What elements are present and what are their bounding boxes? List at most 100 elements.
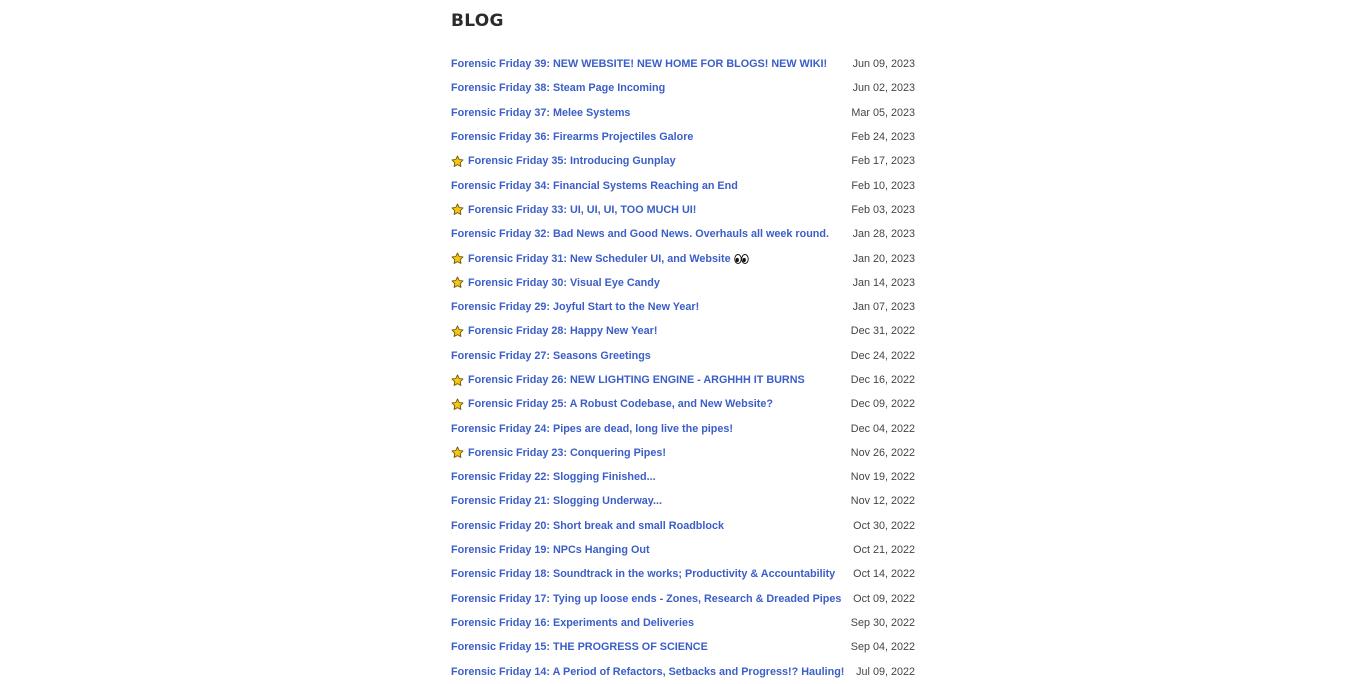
list-item: Forensic Friday 33: UI, UI, UI, TOO MUCH…: [451, 198, 921, 222]
post-link[interactable]: Forensic Friday 16: Experiments and Deli…: [451, 617, 694, 629]
list-item: Forensic Friday 32: Bad News and Good Ne…: [451, 222, 921, 246]
list-item: Forensic Friday 28: Happy New Year! Dec 3…: [451, 319, 921, 343]
post-link[interactable]: Forensic Friday 22: Slogging Finished...: [451, 471, 656, 483]
post-date: Nov 12, 2022: [850, 495, 915, 508]
post-date: Feb 03, 2023: [851, 203, 915, 216]
list-item: Forensic Friday 35: Introducing Gunplay F…: [451, 149, 921, 173]
eyes-icon: [733, 253, 749, 264]
post-date: Nov 19, 2022: [850, 471, 915, 484]
post-title: Forensic Friday 28: Happy New Year!: [468, 325, 658, 338]
post-title: Forensic Friday 32: Bad News and Good Ne…: [451, 228, 829, 241]
post-title: Forensic Friday 30: Visual Eye Candy: [468, 276, 660, 289]
post-link[interactable]: Forensic Friday 21: Slogging Underway...: [451, 495, 662, 507]
post-link[interactable]: Forensic Friday 30: Visual Eye Candy: [451, 276, 660, 289]
post-link[interactable]: Forensic Friday 39: NEW WEBSITE! NEW HOM…: [451, 58, 827, 70]
post-title: Forensic Friday 29: Joyful Start to the …: [451, 301, 700, 314]
post-link[interactable]: Forensic Friday 29: Joyful Start to the …: [451, 301, 699, 313]
post-link[interactable]: Forensic Friday 32: Bad News and Good Ne…: [451, 228, 829, 240]
list-item: Forensic Friday 24: Pipes are dead, long…: [451, 416, 921, 440]
post-link[interactable]: Forensic Friday 27: Seasons Greetings: [451, 350, 651, 362]
post-title: Forensic Friday 17: Tying up loose ends …: [451, 592, 842, 605]
post-link[interactable]: Forensic Friday 25: A Robust Codebase, a…: [451, 398, 773, 411]
post-date: Mar 05, 2023: [851, 106, 915, 119]
post-title: Forensic Friday 31: New Scheduler UI, an…: [468, 252, 731, 265]
list-item: Forensic Friday 37: Melee Systems Mar 05,…: [451, 101, 921, 125]
post-date: Jan 20, 2023: [852, 252, 915, 265]
post-date: Nov 26, 2022: [850, 446, 915, 459]
post-title: Forensic Friday 39: NEW WEBSITE! NEW HOM…: [451, 58, 828, 71]
star-icon: [451, 203, 464, 216]
list-item: Forensic Friday 22: Slogging Finished...…: [451, 465, 921, 489]
post-date: Oct 30, 2022: [853, 519, 915, 532]
star-icon: [451, 276, 464, 289]
list-item: Forensic Friday 36: Firearms Projectiles…: [451, 125, 921, 149]
post-title: Forensic Friday 21: Slogging Underway...: [451, 495, 662, 508]
post-date: Sep 30, 2022: [850, 616, 915, 629]
post-date: Oct 09, 2022: [853, 592, 915, 605]
list-item: Forensic Friday 30: Visual Eye Candy Jan …: [451, 271, 921, 295]
list-item: Forensic Friday 31: New Scheduler UI, an…: [451, 246, 921, 270]
post-date: Dec 24, 2022: [850, 349, 915, 362]
post-list: Forensic Friday 39: NEW WEBSITE! NEW HOM…: [451, 52, 921, 684]
post-link[interactable]: Forensic Friday 31: New Scheduler UI, an…: [451, 252, 749, 265]
post-link[interactable]: Forensic Friday 36: Firearms Projectiles…: [451, 131, 693, 143]
post-date: Oct 14, 2022: [853, 568, 915, 581]
post-link[interactable]: Forensic Friday 18: Soundtrack in the wo…: [451, 568, 835, 580]
post-date: Feb 10, 2023: [851, 179, 915, 192]
post-title: Forensic Friday 16: Experiments and Deli…: [451, 616, 695, 629]
post-date: Jan 28, 2023: [852, 228, 915, 241]
post-link[interactable]: Forensic Friday 20: Short break and smal…: [451, 520, 724, 532]
post-title: Forensic Friday 15: THE PROGRESS OF SCIE…: [451, 641, 708, 654]
star-icon: [451, 155, 464, 167]
post-title: Forensic Friday 19: NPCs Hanging Out: [451, 544, 650, 557]
page-title: BLOG: [451, 11, 504, 31]
post-title: Forensic Friday 36: Firearms Projectiles…: [451, 131, 694, 144]
post-title: Forensic Friday 25: A Robust Codebase, a…: [468, 398, 773, 411]
post-link[interactable]: Forensic Friday 23: Conquering Pipes!: [451, 446, 666, 459]
post-title: Forensic Friday 18: Soundtrack in the wo…: [451, 568, 836, 581]
post-title: Forensic Friday 33: UI, UI, UI, TOO MUCH…: [468, 203, 697, 216]
post-link[interactable]: Forensic Friday 34: Financial Systems Re…: [451, 180, 738, 192]
post-title: Forensic Friday 20: Short break and smal…: [451, 519, 725, 532]
post-link[interactable]: Forensic Friday 15: THE PROGRESS OF SCIE…: [451, 641, 708, 653]
list-item: Forensic Friday 38: Steam Page Incoming J…: [451, 76, 921, 100]
post-date: Jun 02, 2023: [852, 82, 915, 95]
star-icon: [451, 446, 464, 459]
list-item: Forensic Friday 14: A Period of Refactor…: [451, 659, 921, 683]
post-link[interactable]: Forensic Friday 28: Happy New Year!: [451, 325, 657, 338]
list-item: Forensic Friday 16: Experiments and Deli…: [451, 611, 921, 635]
post-link[interactable]: Forensic Friday 17: Tying up loose ends …: [451, 593, 841, 605]
post-title: Forensic Friday 22: Slogging Finished...: [451, 471, 656, 484]
post-link[interactable]: Forensic Friday 37: Melee Systems: [451, 107, 630, 119]
post-date: Jan 07, 2023: [852, 301, 915, 314]
list-item: Forensic Friday 23: Conquering Pipes! Nov…: [451, 441, 921, 465]
post-date: Oct 21, 2022: [853, 544, 915, 557]
post-link[interactable]: Forensic Friday 19: NPCs Hanging Out: [451, 544, 650, 556]
post-link[interactable]: Forensic Friday 35: Introducing Gunplay: [451, 155, 676, 168]
list-item: Forensic Friday 20: Short break and smal…: [451, 514, 921, 538]
list-item: Forensic Friday 18: Soundtrack in the wo…: [451, 562, 921, 586]
list-item: Forensic Friday 39: NEW WEBSITE! NEW HOM…: [451, 52, 921, 76]
post-link[interactable]: Forensic Friday 24: Pipes are dead, long…: [451, 423, 733, 435]
post-date: Dec 31, 2022: [850, 325, 915, 338]
post-title: Forensic Friday 26: NEW LIGHTING ENGINE …: [468, 374, 805, 386]
post-date: Sep 04, 2022: [850, 641, 915, 654]
post-title: Forensic Friday 35: Introducing Gunplay: [468, 155, 676, 168]
post-link[interactable]: Forensic Friday 26: NEW LIGHTING ENGINE …: [451, 374, 805, 387]
post-date: Dec 09, 2022: [850, 398, 915, 411]
list-item: Forensic Friday 29: Joyful Start to the …: [451, 295, 921, 319]
list-item: Forensic Friday 15: THE PROGRESS OF SCIE…: [451, 635, 921, 659]
list-item: Forensic Friday 25: A Robust Codebase, a…: [451, 392, 921, 416]
post-title: Forensic Friday 23: Conquering Pipes!: [468, 446, 666, 459]
post-link[interactable]: Forensic Friday 33: UI, UI, UI, TOO MUCH…: [451, 203, 696, 216]
post-date: Dec 04, 2022: [850, 422, 915, 435]
post-date: Feb 17, 2023: [851, 155, 915, 168]
post-link[interactable]: Forensic Friday 38: Steam Page Incoming: [451, 82, 665, 94]
post-title: Forensic Friday 14: A Period of Refactor…: [451, 665, 845, 678]
star-icon: [451, 252, 464, 264]
list-item: Forensic Friday 21: Slogging Underway...…: [451, 489, 921, 513]
post-link[interactable]: Forensic Friday 14: A Period of Refactor…: [451, 666, 844, 678]
star-icon: [451, 325, 464, 337]
post-date: Jun 09, 2023: [852, 58, 915, 71]
list-item: Forensic Friday 19: NPCs Hanging Out Oct …: [451, 538, 921, 562]
